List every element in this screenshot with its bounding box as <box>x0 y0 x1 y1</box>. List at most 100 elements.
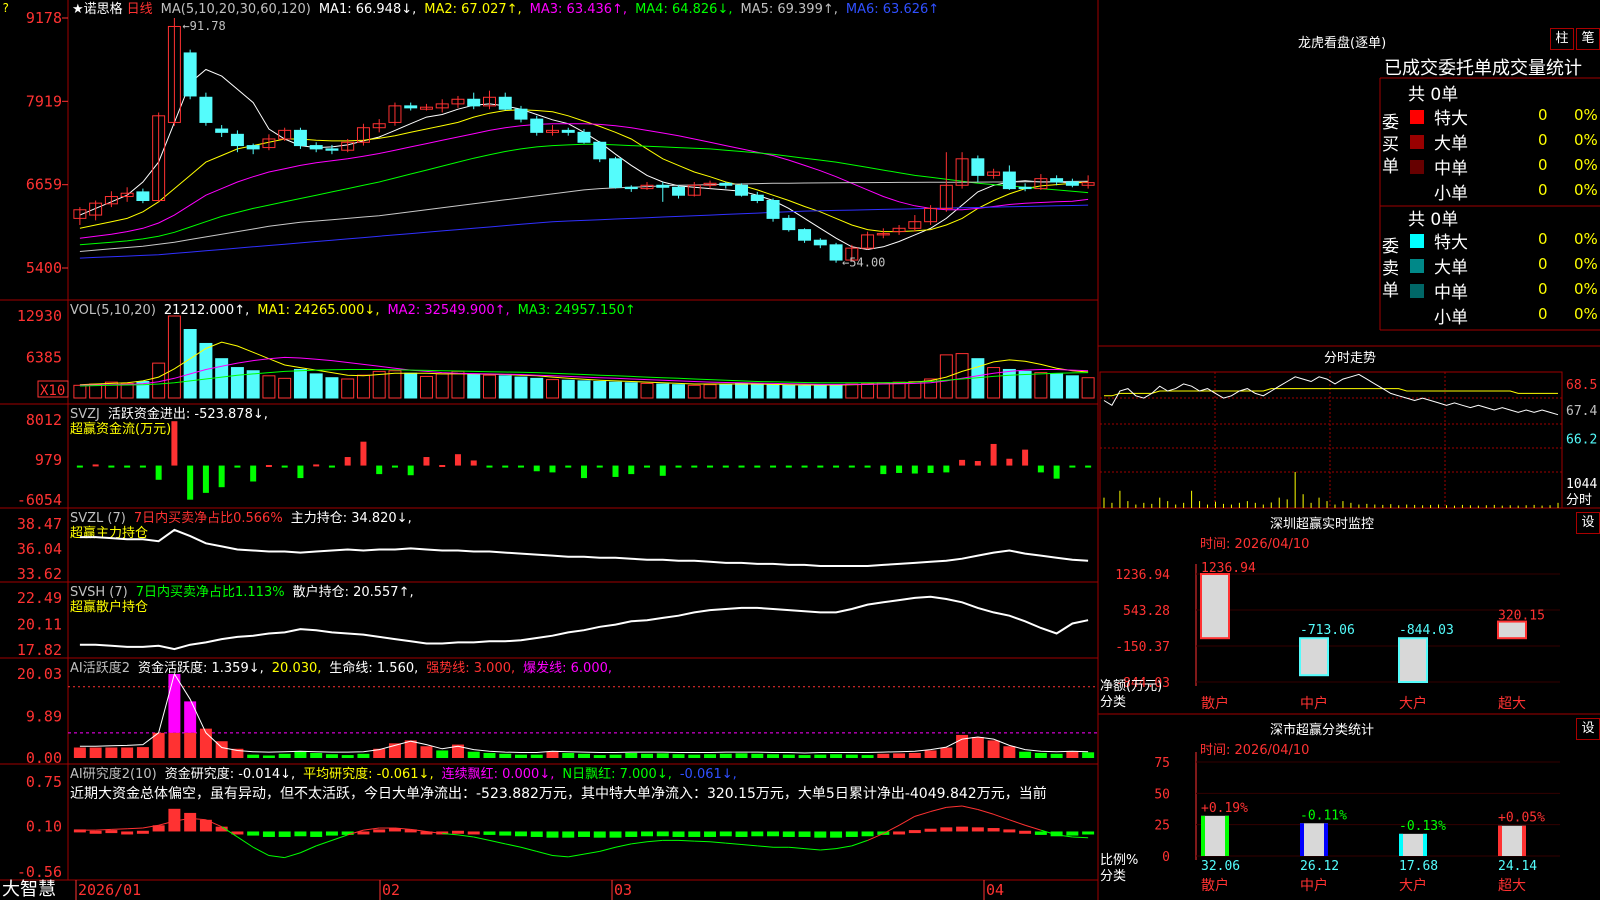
candle-body <box>1018 186 1032 190</box>
ai-research-avg-seg <box>946 805 963 808</box>
ai-research-avg-seg <box>568 853 585 858</box>
svzj-bar <box>281 465 288 468</box>
ai-research-bar <box>798 831 811 837</box>
ai-activity-bar <box>436 750 449 758</box>
ai-research-avg-seg <box>552 855 569 858</box>
volume-bar <box>561 379 575 399</box>
sell-row-name: 小单 <box>1434 308 1468 328</box>
ai-research-bar <box>609 831 622 838</box>
monitor-settings-button[interactable]: 设 <box>1576 512 1600 534</box>
ai-activity-bar <box>514 754 527 758</box>
ai-activity-tick-0: 20.03 <box>17 665 62 683</box>
volume-bar <box>341 378 355 399</box>
price-legend-5: MA5: 69.399↑, <box>740 2 837 17</box>
svzj-bar <box>155 465 162 480</box>
ai-activity-bar <box>294 751 307 758</box>
svzj-tick-0: 8012 <box>26 411 62 429</box>
svzj-bar <box>801 465 808 468</box>
ai-activity-bar <box>325 754 338 758</box>
ai-research-bar <box>357 831 370 835</box>
volume-bar <box>861 382 875 399</box>
sell-color-swatch <box>1410 284 1424 298</box>
ai-activity-bar-burst <box>168 674 181 733</box>
ai-research-avg-seg <box>127 827 143 830</box>
ai-research-legend-2: 平均研究度: -0.061↓, <box>303 766 433 782</box>
ai-activity-bar <box>656 753 669 758</box>
svsh-legend-2: 散户持仓: 20.557↑, <box>293 584 414 600</box>
ai-research-avg-seg <box>536 850 553 856</box>
candle-body <box>609 158 622 188</box>
svzj-bar <box>722 465 729 468</box>
candle-body <box>293 129 307 147</box>
candle-body <box>719 182 733 186</box>
candle-body <box>829 244 843 261</box>
vol-legend-2: MA1: 24265.000↓, <box>257 303 379 318</box>
svzj-bar <box>1022 449 1029 466</box>
ai-activity-bar <box>845 754 858 758</box>
ai-research-avg-seg <box>678 839 695 842</box>
ai-activity-bar <box>877 753 890 758</box>
svzj-bar <box>218 465 225 488</box>
svzj-bar <box>770 465 777 468</box>
svzj-bar <box>328 465 335 468</box>
svzj-bar <box>675 465 682 468</box>
footer-brand: 大智慧 <box>2 879 56 900</box>
svzj-tick-1: 979 <box>35 451 62 469</box>
volume-bar <box>482 374 496 399</box>
svzj-bar <box>927 465 934 473</box>
ai-research-bar <box>1019 830 1032 834</box>
ai-research-legend-1: 资金研究度: -0.014↓, <box>165 766 295 782</box>
sell-color-swatch <box>1410 259 1424 273</box>
ai-research-avg-seg <box>237 836 254 848</box>
ai-research-avg-seg <box>757 845 774 848</box>
ai-research-avg-seg <box>646 839 663 843</box>
volume-bar <box>577 380 591 399</box>
svsh-legend-0: SVSH (7) <box>70 585 128 600</box>
vol-legend-4: MA3: 24957.150↑ <box>518 303 636 318</box>
ai-research-avg-seg <box>1024 824 1042 831</box>
ai-research-avg-seg <box>583 850 600 855</box>
ai-research-bar <box>641 831 654 837</box>
candle-body <box>672 186 686 196</box>
ai-activity-bar <box>940 747 953 758</box>
tick-view-button[interactable]: 笔 <box>1576 28 1600 50</box>
ai-research-bar <box>105 830 118 834</box>
svzj-bar <box>1069 465 1076 468</box>
ai-activity-legend-4: 强势线: 3.000, <box>426 660 515 676</box>
classify-settings-button[interactable]: 设 <box>1576 718 1600 740</box>
volume-bar <box>246 370 260 399</box>
ai-activity-bar <box>73 747 86 758</box>
candle-body <box>514 108 528 120</box>
ai-activity-bar <box>1034 752 1047 758</box>
svzj-bar <box>202 465 209 493</box>
ai-research-bar <box>499 831 512 836</box>
ai-research-avg-seg <box>725 842 742 846</box>
candle-body <box>309 145 323 150</box>
candle-body <box>750 194 764 202</box>
ai-research-avg-seg <box>615 843 632 848</box>
price-tick-3: 5400 <box>26 259 62 277</box>
sell-row-percent: 0% <box>1574 280 1598 298</box>
ai-research-avg-seg <box>300 845 317 854</box>
low-annotation: ←54.00 <box>842 256 885 270</box>
ai-activity-bar <box>1082 752 1095 758</box>
svsh-tick-2: 17.82 <box>17 641 62 659</box>
sell-row-name: 特大 <box>1434 233 1468 253</box>
ai-research-bar <box>121 831 134 835</box>
svzj-bar <box>187 465 194 500</box>
buy-row-value: 0 <box>1538 181 1548 199</box>
period-label: 日线 <box>127 2 153 17</box>
svzj-bar <box>344 457 351 466</box>
ai-activity-bar <box>121 747 134 758</box>
ai-research-bar <box>704 831 717 837</box>
ai-research-avg-seg <box>284 852 301 859</box>
column-view-button[interactable]: 柱 <box>1550 28 1574 50</box>
ai-research-bar <box>1082 831 1095 835</box>
ai-research-bar <box>893 831 906 835</box>
ai-activity-bar <box>136 747 149 758</box>
buy-row-name: 小单 <box>1434 184 1468 204</box>
svzj-bar <box>391 465 398 468</box>
svzj-bar <box>644 465 651 468</box>
ai-activity-bar <box>1019 751 1032 758</box>
volume-bar <box>467 373 481 399</box>
